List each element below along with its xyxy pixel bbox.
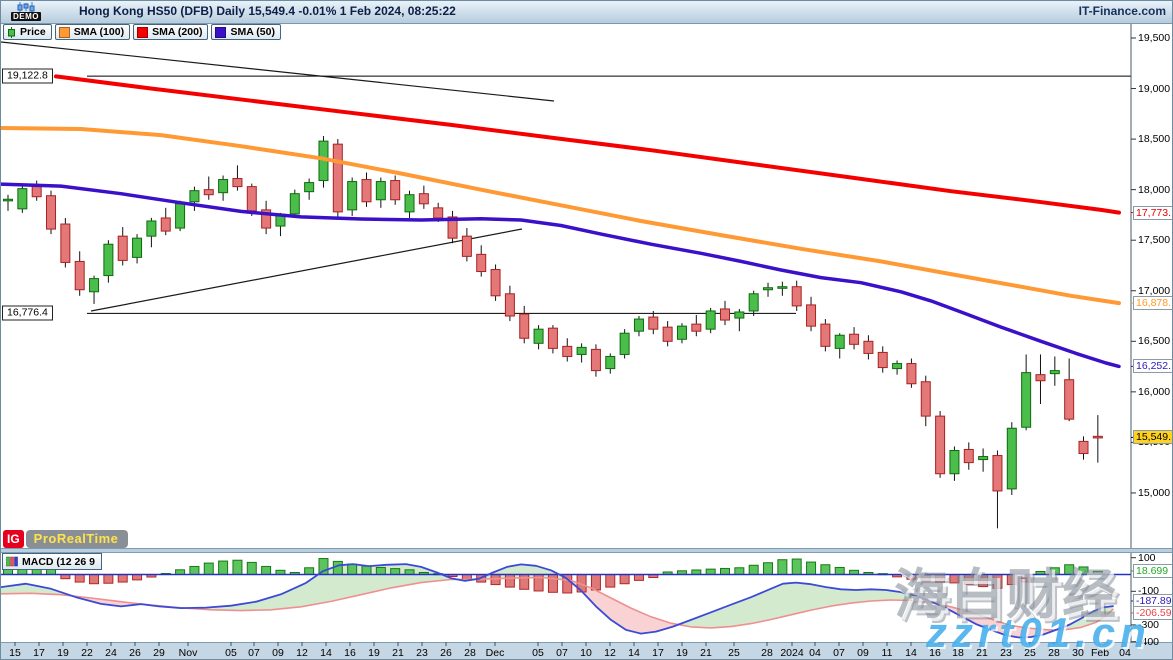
legend-label: Price [20, 26, 46, 38]
macd-label: MACD (12 26 9 [22, 556, 95, 568]
price-candle-icon [7, 27, 16, 38]
legend-chip-sma100[interactable]: SMA (100) [55, 24, 130, 40]
prorealtime-logo: IG ProRealTime [3, 530, 128, 548]
legend-chip-sma50[interactable]: SMA (50) [211, 24, 281, 40]
chart-title: Hong Kong HS50 (DFB) Daily 15,549.4 -0.0… [79, 4, 456, 18]
sma200-swatch-icon [137, 27, 148, 38]
macd-indicator-chip[interactable]: MACD (12 26 9 [2, 553, 102, 570]
legend-label: SMA (50) [230, 26, 275, 38]
prorealtime-wordmark: ProRealTime [26, 530, 129, 548]
brand-link[interactable]: IT-Finance.com [1079, 4, 1166, 18]
price-level-label[interactable]: 19,122.8 [2, 69, 53, 84]
legend: Price SMA (100) SMA (200) SMA (50) [3, 24, 281, 40]
chart-window: DEMO Hong Kong HS50 (DFB) Daily 15,549.4… [0, 0, 1173, 660]
legend-label: SMA (200) [152, 26, 202, 38]
demo-label: DEMO [11, 12, 41, 21]
title-bar: DEMO Hong Kong HS50 (DFB) Daily 15,549.4… [1, 1, 1173, 24]
price-level-label[interactable]: 16,776.4 [2, 306, 53, 321]
watermark-url: zzrt01.cn [926, 609, 1151, 657]
demo-badge: DEMO [11, 2, 41, 21]
legend-chip-sma200[interactable]: SMA (200) [133, 24, 208, 40]
sma50-swatch-icon [215, 27, 226, 38]
sma100-swatch-icon [59, 27, 70, 38]
legend-label: SMA (100) [74, 26, 124, 38]
macd-icon [6, 556, 18, 567]
legend-chip-price[interactable]: Price [3, 24, 52, 40]
ig-logo: IG [3, 530, 24, 548]
candles-icon [16, 2, 36, 12]
